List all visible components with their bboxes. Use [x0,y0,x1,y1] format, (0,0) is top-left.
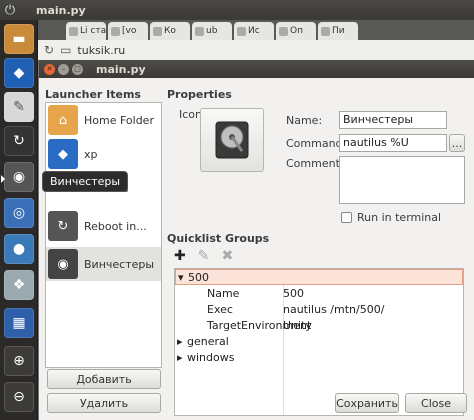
top-panel: ⏻ main.py [0,0,474,20]
comment-field[interactable] [339,156,465,204]
launcher-tooltip: Винчестеры [42,171,129,192]
chat-icon[interactable]: ● [4,234,34,264]
icon-picker-button[interactable] [200,108,264,172]
name-field[interactable]: Винчестеры [339,111,447,129]
url-field[interactable]: tuksik.ru [77,44,125,57]
browser-window: Li ста [vo Ко ub Ис Оп Пи ↻ ▭ tuksik.ru [38,20,474,60]
browser-tab[interactable]: Пи [318,22,358,40]
harddisk-icon[interactable]: ◉ [1,162,34,192]
expand-right-icon[interactable]: ▸ [177,335,183,348]
launcher-items-heading: Launcher Items [45,88,141,101]
remove-icon[interactable]: ✖ [221,248,233,264]
list-item[interactable]: ↻ Reboot in... [46,209,161,243]
system-icon[interactable]: ◎ [4,198,34,228]
browser-tab[interactable]: [vo [108,22,148,40]
name-label: Name: [286,114,323,127]
dialog-title: main.py [96,62,146,76]
add-icon[interactable]: ✚ [174,248,186,264]
virtualbox-icon: ◆ [48,139,78,169]
properties-heading: Properties [167,88,232,101]
expand-down-icon[interactable]: ▾ [178,271,184,284]
run-in-terminal-label: Run in terminal [357,211,442,224]
tab-favicon-icon [111,26,120,36]
harddisk-icon: ◉ [48,249,78,279]
home-folder-icon: ⌂ [48,105,78,135]
tree-row[interactable]: Name 500 [175,285,463,301]
edit-icon[interactable]: ✎ [198,248,210,264]
quicklist-heading: Quicklist Groups [167,232,270,245]
delete-button[interactable]: Удалить [47,393,161,413]
run-in-terminal-checkbox[interactable] [341,212,352,223]
tab-favicon-icon [153,26,162,36]
reload-icon[interactable]: ↻ [44,43,54,57]
browser-tab[interactable]: ub [192,22,232,40]
page-icon: ▭ [60,43,72,57]
tools-icon[interactable]: ✎ [4,92,34,122]
list-item-selected[interactable]: ◉ Винчестеры [46,247,161,281]
address-bar: ↻ ▭ tuksik.ru [38,40,474,60]
virtualbox-icon[interactable]: ◆ [4,58,34,88]
power-icon[interactable]: ⏻ [0,0,20,20]
list-item[interactable]: ⌂ Home Folder [46,103,161,137]
workspaces-icon[interactable]: ▦ [4,308,34,338]
harddisk-icon [215,121,249,159]
tree-row[interactable]: Exec nautilus /mtn/500/ [175,301,463,317]
browser-tabs: Li ста [vo Ко ub Ис Оп Пи [38,20,474,40]
maximize-window-icon[interactable]: □ [72,63,83,75]
command-field[interactable]: nautilus %U [339,134,447,152]
tree-group-row[interactable]: ▸ general [175,333,463,349]
list-item[interactable]: ◆ xp [46,137,161,171]
close-window-icon[interactable]: ✕ [44,63,55,75]
tree-group-row[interactable]: ▾ 500 [175,269,463,285]
dialog-titlebar: ✕ – □ main.py [39,60,474,78]
zoom-out-icon[interactable]: ⊖ [4,382,34,412]
tab-favicon-icon [321,26,330,36]
panel-window-title: main.py [36,3,86,17]
launcher-items-list: ⌂ Home Folder ◆ xp ⚿ KeePass ↻ Reboot in… [45,102,162,368]
tab-favicon-icon [195,26,204,36]
reboot-icon: ↻ [48,211,78,241]
tree-row[interactable]: TargetEnvironment Unity [175,317,463,333]
reboot-icon[interactable]: ↻ [4,126,34,156]
expand-right-icon[interactable]: ▸ [177,351,183,364]
webcam-icon[interactable]: ❖ [4,270,34,300]
launcher-editor-dialog: ✕ – □ main.py Launcher Items ⌂ Home Fold… [38,60,474,420]
browser-tab[interactable]: Ко [150,22,190,40]
quicklist-toolbar: ✚ ✎ ✖ [174,248,233,264]
browse-button[interactable]: ... [449,134,465,152]
browser-tab[interactable]: Оп [276,22,316,40]
unity-launcher: ▬ ◆ ✎ ↻ ◉ ◎ ● ❖ ▦ ⊕ ⊖ [0,20,38,420]
zoom-in-icon[interactable]: ⊕ [4,346,34,376]
close-button[interactable]: Close [405,393,467,413]
add-button[interactable]: Добавить [47,369,161,389]
command-label: Command: [286,137,347,150]
browser-tab[interactable]: Li ста [66,22,106,40]
comment-label: Comment: [286,157,344,170]
tab-favicon-icon [279,26,288,36]
tab-favicon-icon [69,26,78,36]
files-icon[interactable]: ▬ [4,24,34,54]
save-button[interactable]: Сохранить [335,393,399,413]
tab-favicon-icon [237,26,246,36]
minimize-window-icon[interactable]: – [58,63,69,75]
tree-group-row[interactable]: ▸ windows [175,349,463,365]
browser-tab[interactable]: Ис [234,22,274,40]
